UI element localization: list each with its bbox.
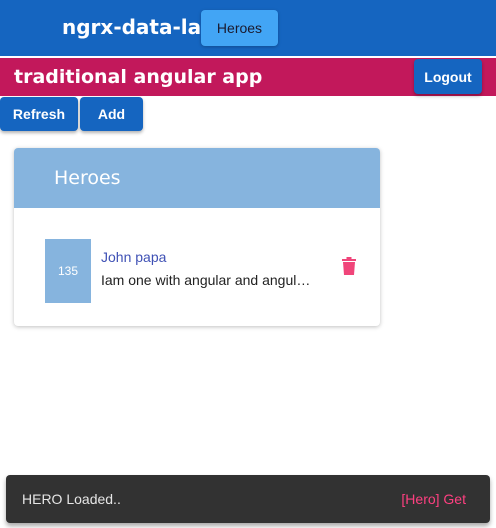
card-header: Heroes xyxy=(14,148,380,208)
hero-description: Iam one with angular and angul… xyxy=(101,272,311,288)
refresh-button[interactable]: Refresh xyxy=(0,97,78,131)
snackbar: HERO Loaded.. [Hero] Get xyxy=(6,475,490,523)
hero-list-item[interactable]: 135 John papa Iam one with angular and a… xyxy=(45,239,365,303)
trash-icon xyxy=(342,257,356,275)
app-title: ngrx-data-lab xyxy=(62,15,216,39)
heroes-card: Heroes 135 John papa Iam one with angula… xyxy=(14,148,380,326)
card-title: Heroes xyxy=(54,167,121,189)
snackbar-message: HERO Loaded.. xyxy=(22,491,121,507)
add-button[interactable]: Add xyxy=(80,97,143,131)
snackbar-action[interactable]: [Hero] Get xyxy=(401,491,466,507)
logout-button[interactable]: Logout xyxy=(414,59,482,94)
nav-heroes-button[interactable]: Heroes xyxy=(201,10,278,46)
sub-toolbar: traditional angular app Logout xyxy=(0,58,496,96)
hero-name[interactable]: John papa xyxy=(101,249,166,265)
sub-title: traditional angular app xyxy=(14,66,263,88)
delete-hero-button[interactable] xyxy=(338,255,360,277)
top-toolbar: ngrx-data-lab Heroes xyxy=(0,0,496,56)
hero-id-badge: 135 xyxy=(45,239,91,303)
